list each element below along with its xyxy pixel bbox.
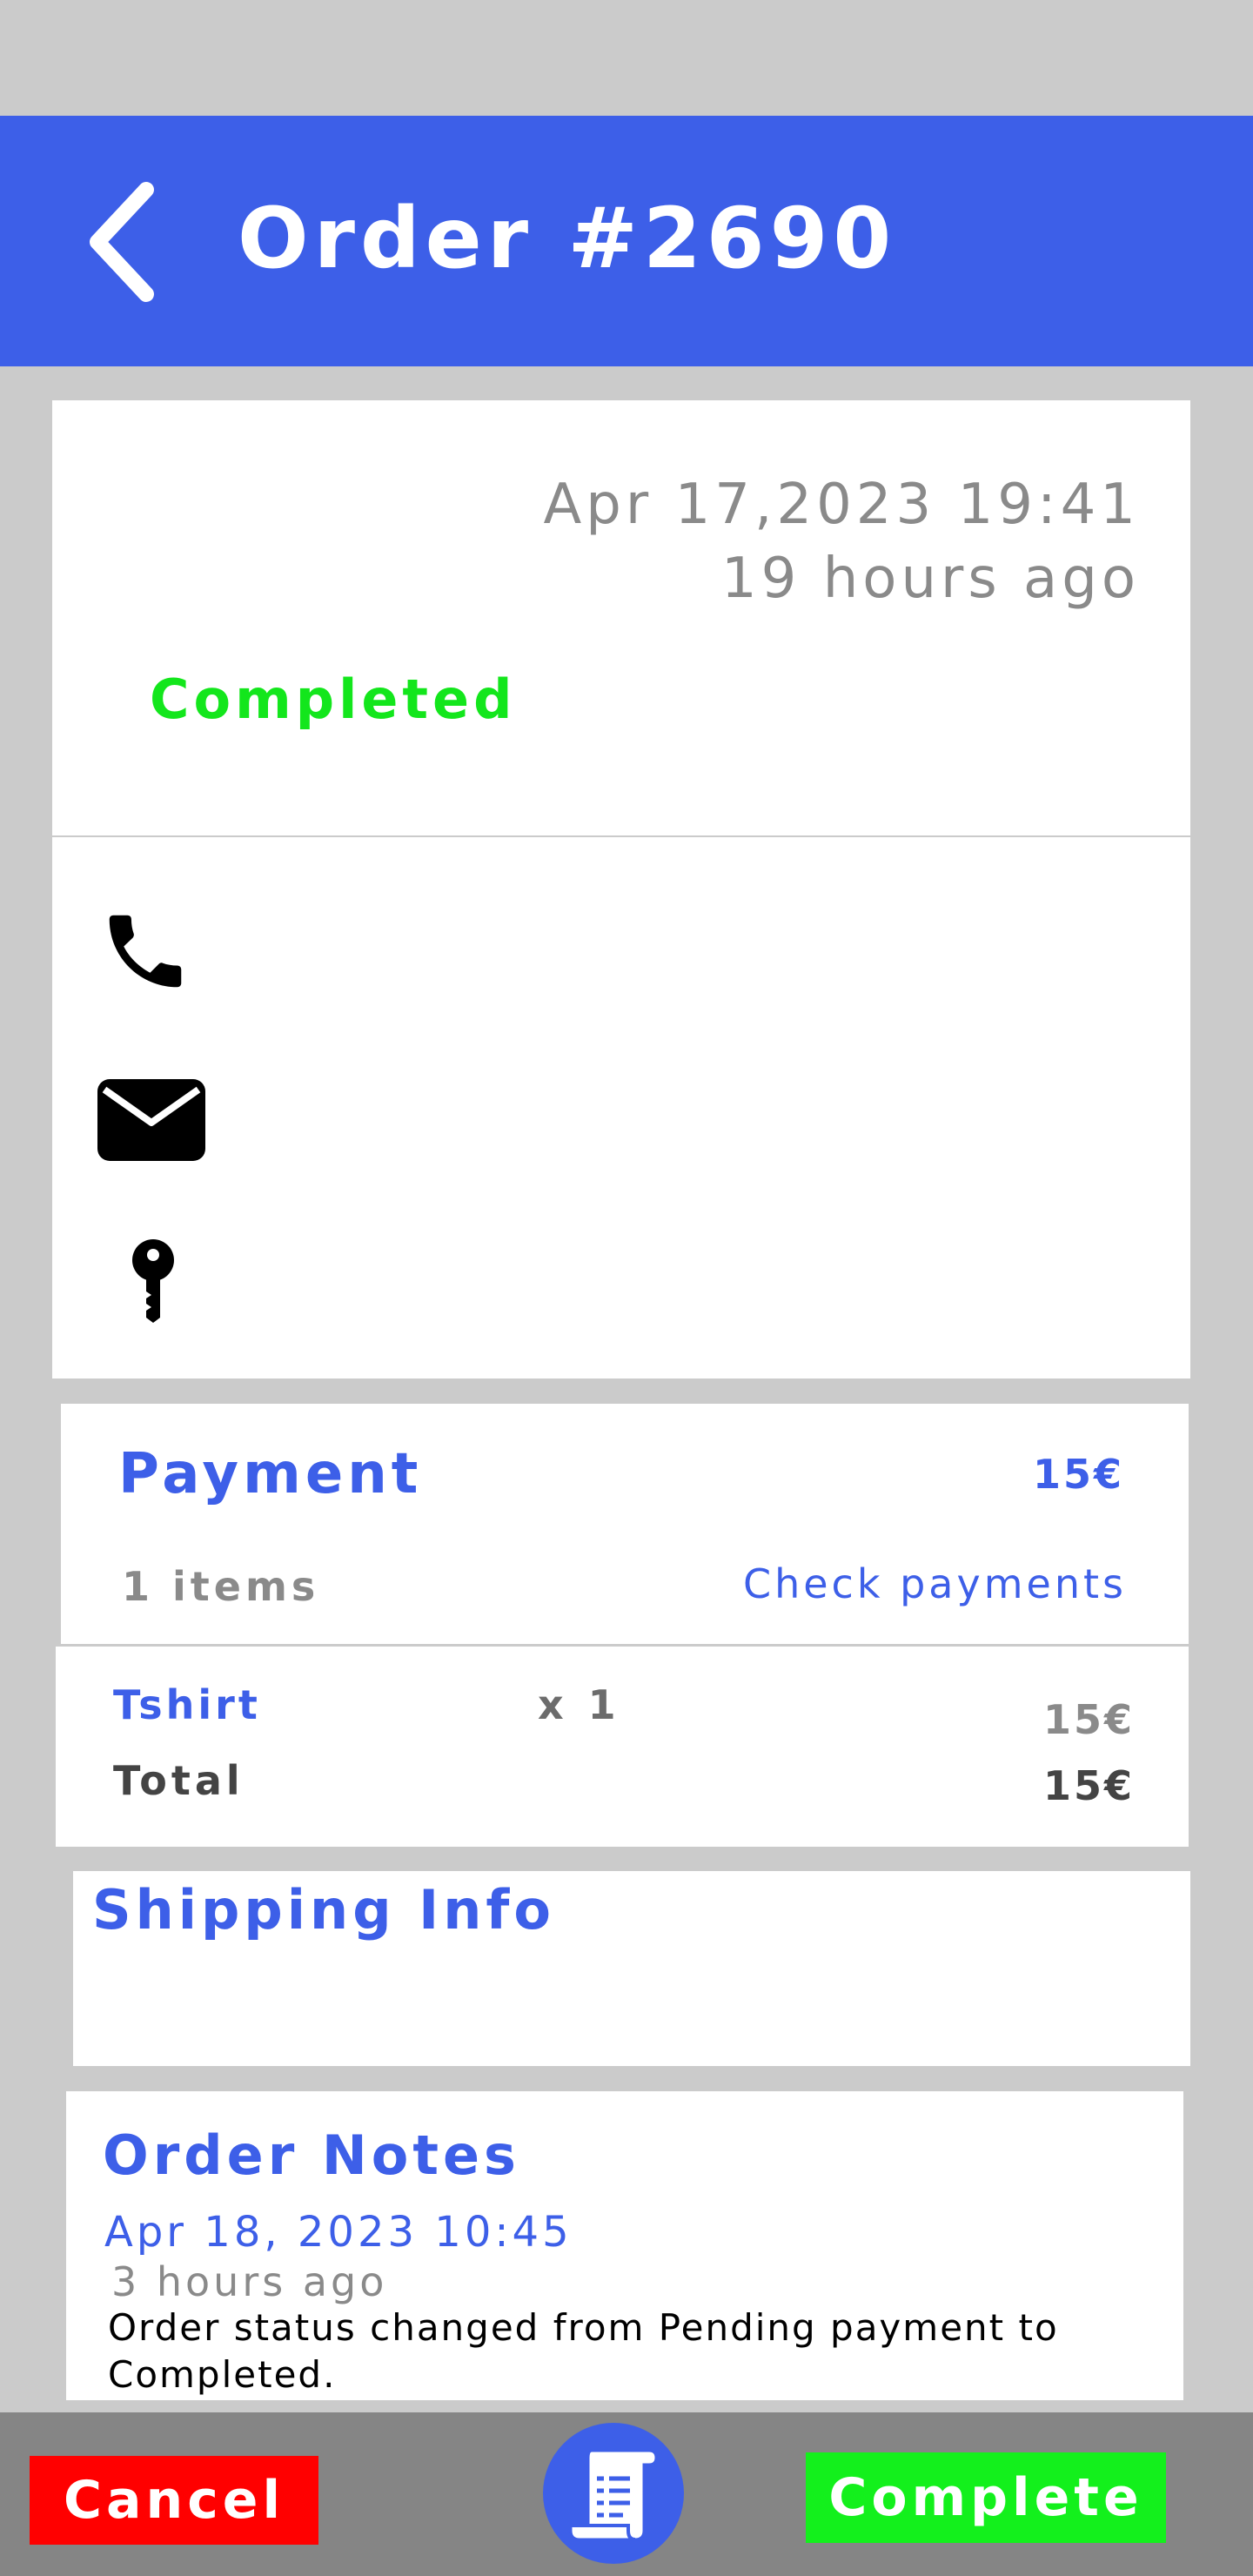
cancel-button[interactable]: Cancel [30, 2456, 318, 2545]
status-badge: Completed [150, 667, 517, 731]
notes-title: Order Notes [103, 2123, 520, 2187]
chevron-left-icon [90, 182, 154, 302]
line-items-card [56, 1647, 1189, 1847]
total-label: Total [113, 1757, 245, 1804]
order-summary-card [52, 400, 1190, 835]
payment-amount: 15€ [1032, 1451, 1124, 1498]
key-icon[interactable] [129, 1238, 179, 1325]
receipt-icon [566, 2444, 663, 2545]
complete-button[interactable]: Complete [806, 2452, 1166, 2543]
line-item-price: 15€ [1042, 1696, 1135, 1743]
line-item-quantity: x 1 [538, 1681, 621, 1728]
order-date: Apr 17,2023 19:41 [543, 473, 1140, 537]
order-time-ago: 19 hours ago [720, 547, 1140, 611]
total-value: 15€ [1042, 1762, 1135, 1809]
customer-contact-card [52, 837, 1190, 1379]
phone-icon[interactable] [97, 903, 193, 999]
check-payments-link[interactable]: Check payments [743, 1558, 1127, 1610]
back-button[interactable] [85, 181, 164, 303]
page-title: Order #2690 [238, 190, 897, 287]
shipping-title: Shipping Info [92, 1878, 555, 1942]
line-item-name: Tshirt [113, 1681, 261, 1728]
payment-title: Payment [118, 1442, 423, 1506]
note-date: Apr 18, 2023 10:45 [104, 2208, 573, 2257]
note-time-ago: 3 hours ago [111, 2258, 388, 2305]
items-count: 1 items [122, 1563, 320, 1610]
note-text: Order status changed from Pending paymen… [108, 2306, 1059, 2396]
mail-icon[interactable] [97, 1079, 205, 1161]
